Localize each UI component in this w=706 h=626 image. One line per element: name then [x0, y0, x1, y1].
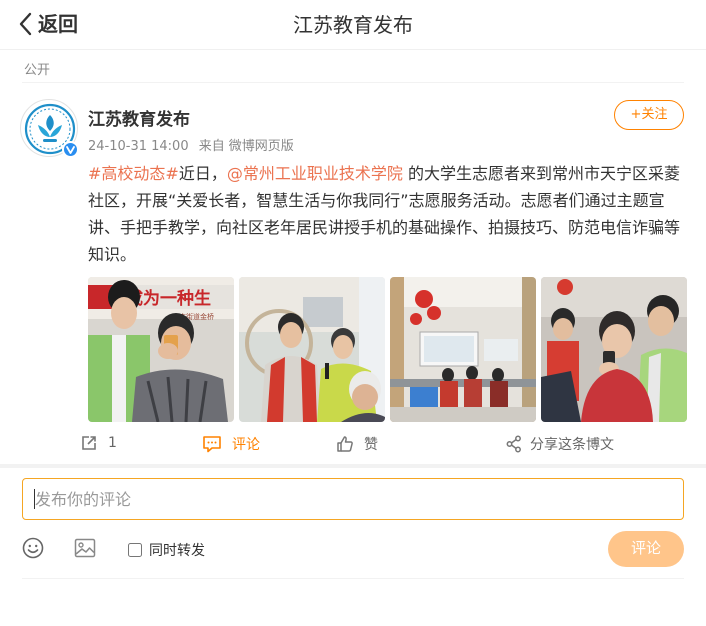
- post-photo[interactable]: 成为一种生 局庄街道金桥: [88, 277, 234, 422]
- verified-badge-icon: [62, 141, 79, 158]
- like-button[interactable]: 赞: [336, 434, 378, 454]
- post-meta: 24-10-31 14:00 来自 微博网页版: [88, 135, 300, 154]
- emoji-button[interactable]: [22, 537, 44, 563]
- like-label: 赞: [364, 437, 378, 453]
- comment-button[interactable]: 评论: [202, 434, 260, 454]
- comment-input[interactable]: [23, 479, 683, 519]
- photo-grid: 成为一种生 局庄街道金桥: [88, 277, 687, 422]
- divider: [22, 82, 684, 83]
- source-prefix: 来自: [198, 139, 225, 154]
- author-name[interactable]: 江苏教育发布: [88, 105, 190, 130]
- post-text-part1: 近日，: [178, 164, 227, 183]
- repost-icon: [82, 436, 96, 450]
- mention-link[interactable]: @常州工业职业技术学院: [227, 164, 403, 183]
- thumbs-up-icon: [337, 436, 353, 452]
- post-photo[interactable]: [541, 277, 687, 422]
- emoji-icon: [22, 537, 44, 559]
- repost-toggle[interactable]: 同时转发: [128, 540, 205, 560]
- post-body: #高校动态#近日，@常州工业职业技术学院 的大学生志愿者来到常州市天宁区采菱社区…: [88, 160, 688, 268]
- repost-button[interactable]: 1: [80, 434, 117, 452]
- comment-icon: [203, 436, 221, 453]
- text-caret: [34, 489, 35, 509]
- share-label: 分享这条博文: [530, 437, 614, 453]
- topic-link[interactable]: #高校动态#: [88, 164, 179, 183]
- repost-count: 1: [108, 435, 117, 451]
- repost-checkbox-label: 同时转发: [149, 543, 205, 559]
- comment-input-wrapper: [22, 478, 684, 520]
- comment-label: 评论: [232, 437, 260, 453]
- share-icon: [506, 435, 521, 453]
- section-divider: [0, 464, 706, 468]
- submit-comment-button[interactable]: 评论: [608, 531, 684, 567]
- repost-checkbox[interactable]: [128, 543, 142, 557]
- post-time[interactable]: 24-10-31 14:00: [88, 139, 189, 154]
- post-source[interactable]: 微博网页版: [229, 139, 294, 154]
- post-photo[interactable]: [390, 277, 536, 422]
- post-photo[interactable]: [239, 277, 385, 422]
- image-icon: [74, 538, 96, 558]
- follow-button[interactable]: +关注: [614, 100, 684, 130]
- visibility-label: 公开: [24, 63, 51, 78]
- page-title: 江苏教育发布: [293, 13, 413, 37]
- share-button[interactable]: 分享这条博文: [506, 434, 614, 454]
- divider: [22, 578, 684, 579]
- action-bar: 1 评论 赞 分享这条博文: [0, 428, 706, 462]
- top-bar: 返回 江苏教育发布: [0, 0, 706, 50]
- image-upload-button[interactable]: [74, 537, 96, 563]
